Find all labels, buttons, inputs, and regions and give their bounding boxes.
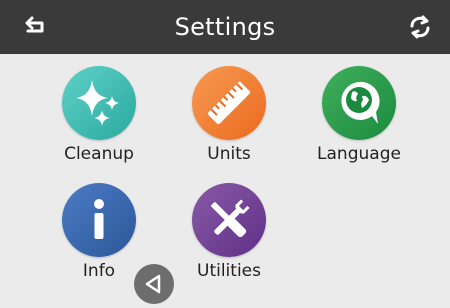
settings-screen: Settings Cleanup Units Language Info Uti… — [0, 0, 450, 308]
cleanup-tile[interactable]: Cleanup — [44, 66, 154, 184]
header-bar: Settings — [0, 0, 450, 54]
ruler-icon — [192, 66, 266, 140]
language-tile[interactable]: Language — [304, 66, 414, 184]
units-tile[interactable]: Units — [174, 66, 284, 184]
utilities-tile[interactable]: Utilities — [174, 183, 284, 301]
previous-page-button[interactable] — [134, 264, 174, 304]
refresh-icon[interactable] — [406, 13, 434, 41]
sparkle-icon — [62, 66, 136, 140]
tile-label: Cleanup — [64, 144, 134, 164]
tile-label: Language — [317, 144, 401, 164]
info-icon — [62, 183, 136, 257]
tile-label: Units — [207, 144, 251, 164]
tools-icon — [192, 183, 266, 257]
page-title: Settings — [174, 13, 276, 41]
tile-label: Utilities — [197, 261, 261, 281]
globe-speech-icon — [322, 66, 396, 140]
triangle-left-icon — [145, 274, 161, 294]
